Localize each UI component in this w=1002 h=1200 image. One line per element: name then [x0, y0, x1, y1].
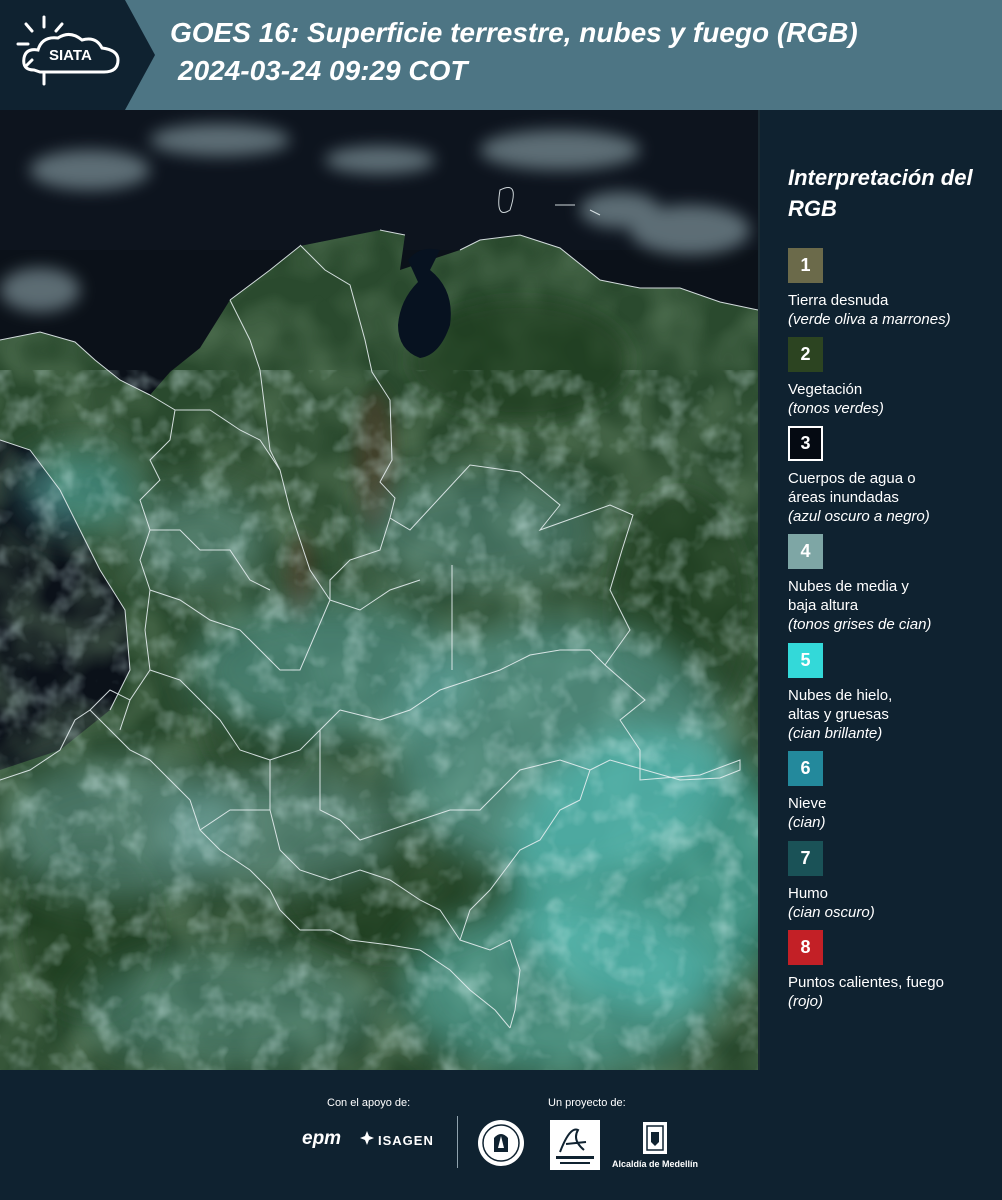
area-metropolitana-logo[interactable]	[550, 1120, 600, 1170]
legend-sub-5: (cian brillante)	[788, 725, 883, 742]
isagen-logo-icon	[360, 1131, 374, 1145]
siata-logo-text: SIATA	[49, 47, 92, 64]
project-label: Un proyecto de:	[548, 1097, 626, 1109]
legend-swatch-8: 8	[788, 930, 823, 965]
satellite-map[interactable]	[0, 110, 758, 1070]
legend-sub-8: (rojo)	[788, 993, 824, 1010]
legend-item-5: 5 Nubes de hielo, altas y gruesas (cian …	[788, 643, 998, 743]
legend-swatch-4: 4	[788, 534, 823, 569]
title-line-1: GOES 16: Superficie terrestre, nubes y f…	[170, 17, 858, 48]
page-title: GOES 16: Superficie terrestre, nubes y f…	[170, 14, 858, 90]
legend-label-8: Puntos calientes, fuego	[788, 974, 944, 991]
support-label: Con el apoyo de:	[327, 1097, 411, 1109]
legend-sub-1: (verde oliva a marrones)	[788, 311, 951, 328]
legend-item-3: 3 Cuerpos de agua o áreas inundadas (azu…	[788, 426, 998, 526]
legend-item-2: 2 Vegetación (tonos verdes)	[788, 337, 998, 418]
siata-logo-icon: SIATA	[0, 0, 155, 110]
header: SIATA GOES 16: Superficie terrestre, nub…	[0, 0, 1002, 110]
footer: Con el apoyo de: Un proyecto de: epm ISA…	[0, 1070, 1002, 1200]
epm-logo[interactable]: epm	[302, 1128, 341, 1150]
legend-panel: Interpretación del RGB 1 Tierra desnuda …	[760, 110, 1002, 1070]
legend-item-8: 8 Puntos calientes, fuego (rojo)	[788, 930, 998, 1011]
legend-label-5: Nubes de hielo, altas y gruesas	[788, 687, 893, 723]
alcaldia-crest-icon[interactable]	[641, 1120, 669, 1156]
legend-sub-7: (cian oscuro)	[788, 904, 875, 921]
legend-sub-2: (tonos verdes)	[788, 400, 884, 417]
title-line-2: 2024-03-24 09:29 COT	[178, 55, 468, 86]
area-metropolitana-icon	[556, 1128, 594, 1164]
legend-swatch-1: 1	[788, 248, 823, 283]
legend-item-1: 1 Tierra desnuda (verde oliva a marrones…	[788, 248, 998, 329]
legend-swatch-5: 5	[788, 643, 823, 678]
legend-label-7: Humo	[788, 885, 829, 902]
footer-divider	[457, 1116, 458, 1168]
legend-sub-3: (azul oscuro a negro)	[788, 508, 930, 525]
legend-swatch-2: 2	[788, 337, 823, 372]
legend-sub-6: (cian)	[788, 814, 826, 831]
map-image	[0, 110, 758, 1070]
legend-item-6: 6 Nieve (cian)	[788, 751, 998, 832]
siata-logo[interactable]: SIATA	[0, 0, 155, 110]
legend-swatch-3: 3	[788, 426, 823, 461]
legend-item-7: 7 Humo (cian oscuro)	[788, 841, 998, 922]
legend-item-4: 4 Nubes de media y baja altura (tonos gr…	[788, 534, 998, 634]
legend-label-2: Vegetación	[788, 381, 863, 398]
legend-label-4: Nubes de media y baja altura	[788, 578, 909, 614]
legend-swatch-6: 6	[788, 751, 823, 786]
legend-label-6: Nieve	[788, 795, 827, 812]
alcaldia-label: Alcaldía de Medellín	[612, 1159, 699, 1169]
legend-sub-4: (tonos grises de cian)	[788, 616, 932, 633]
legend-label-3: Cuerpos de agua o áreas inundadas	[788, 470, 916, 506]
isagen-logo[interactable]: ISAGEN	[378, 1133, 434, 1148]
legend-title: Interpretación del RGB	[788, 165, 973, 221]
seal-logo-icon[interactable]	[476, 1118, 526, 1168]
legend-swatch-7: 7	[788, 841, 823, 876]
legend-label-1: Tierra desnuda	[788, 292, 889, 309]
